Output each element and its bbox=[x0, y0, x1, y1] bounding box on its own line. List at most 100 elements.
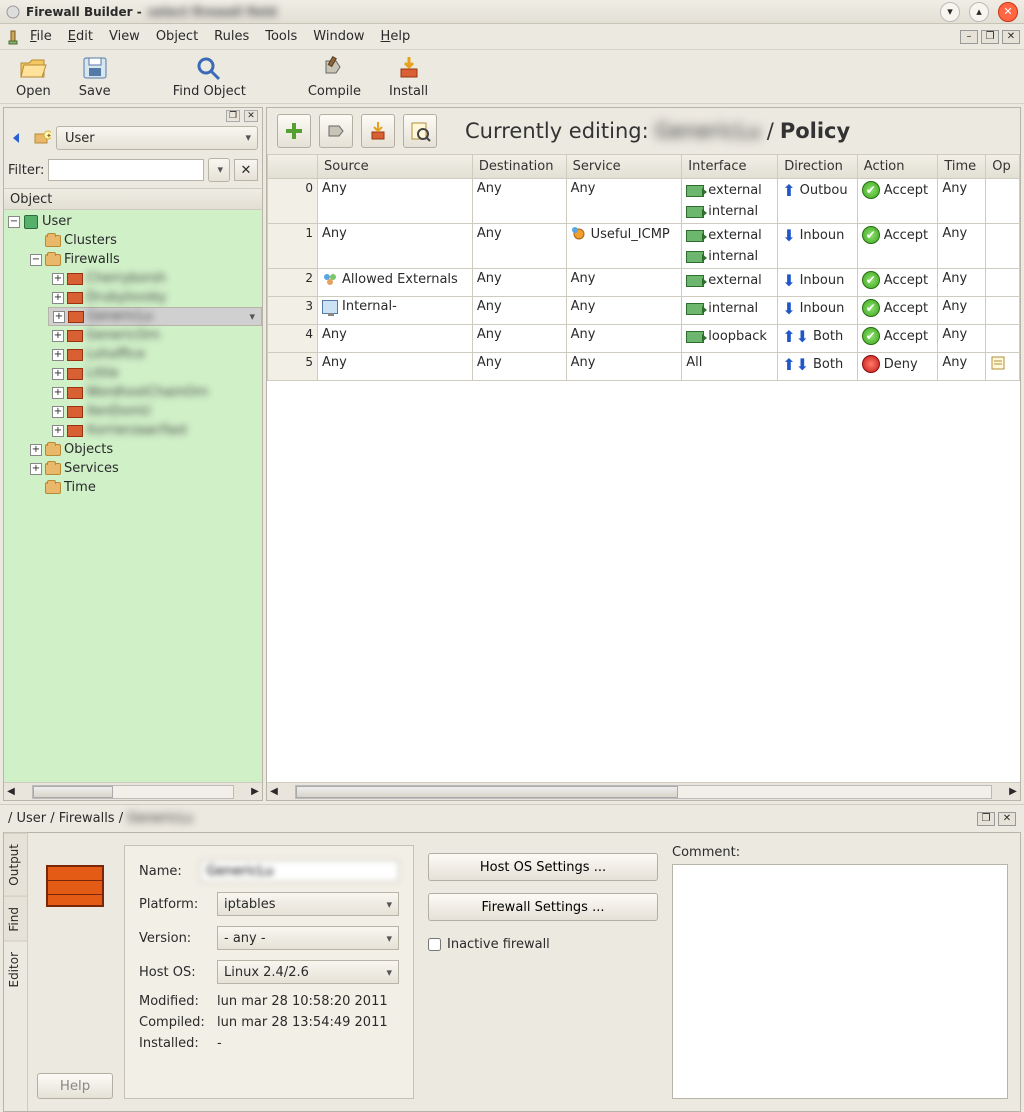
hostos-select[interactable]: Linux 2.4/2.6 bbox=[217, 960, 399, 984]
compile-rule-button[interactable] bbox=[319, 114, 353, 148]
expand-toggle[interactable]: + bbox=[52, 368, 64, 380]
rules-col-header[interactable]: Source bbox=[318, 155, 473, 179]
name-input[interactable] bbox=[200, 860, 399, 882]
tool-compile[interactable]: Compile bbox=[306, 54, 363, 99]
version-select[interactable]: - any - bbox=[217, 926, 399, 950]
tab-output[interactable]: Output bbox=[4, 833, 27, 896]
rule-row[interactable]: 4 Any Any Any loopback ⬆⬇ Both ✔ Accept … bbox=[268, 325, 1020, 353]
collapse-toggle[interactable]: − bbox=[8, 216, 20, 228]
inspect-button[interactable] bbox=[403, 114, 437, 148]
host-os-settings-button[interactable]: Host OS Settings ... bbox=[428, 853, 658, 881]
platform-select[interactable]: iptables bbox=[217, 892, 399, 916]
arrow-down-icon: ⬇ bbox=[782, 299, 795, 318]
breadcrumb-leaf[interactable]: GenericLu bbox=[127, 811, 193, 826]
mdi-restore-button[interactable]: ❐ bbox=[981, 30, 999, 44]
tree-node-time[interactable]: Time bbox=[64, 480, 96, 495]
tree-node-firewall[interactable]: + GenericLu bbox=[48, 307, 262, 326]
window-min-button[interactable]: ▾ bbox=[940, 2, 960, 22]
menu-edit[interactable]: Edit bbox=[60, 25, 101, 48]
tree-node-firewall[interactable]: + Little bbox=[48, 364, 262, 383]
accept-icon: ✔ bbox=[862, 327, 880, 345]
rules-table[interactable]: SourceDestinationServiceInterfaceDirecti… bbox=[267, 155, 1020, 381]
rule-row[interactable]: 1 Any Any Useful_ICMP externalinternal ⬇… bbox=[268, 224, 1020, 269]
menu-tools[interactable]: Tools bbox=[257, 25, 305, 48]
modified-value: lun mar 28 10:58:20 2011 bbox=[217, 994, 388, 1009]
rules-col-header[interactable]: Direction bbox=[778, 155, 858, 179]
expand-toggle[interactable]: + bbox=[52, 292, 64, 304]
expand-toggle[interactable]: + bbox=[52, 406, 64, 418]
tree-hscroll[interactable]: ◀▶ bbox=[4, 782, 262, 800]
rule-row[interactable]: 0 Any Any Any externalinternal ⬆ Outbou … bbox=[268, 179, 1020, 224]
panel-undock-button[interactable]: ❐ bbox=[226, 110, 240, 122]
accept-icon: ✔ bbox=[862, 226, 880, 244]
menu-help[interactable]: Help bbox=[373, 25, 419, 48]
add-rule-button[interactable] bbox=[277, 114, 311, 148]
inactive-firewall-checkbox[interactable] bbox=[428, 938, 441, 951]
menu-rules[interactable]: Rules bbox=[206, 25, 257, 48]
expand-toggle[interactable]: + bbox=[52, 273, 64, 285]
tree-node-clusters[interactable]: Clusters bbox=[64, 233, 117, 248]
library-select[interactable]: User bbox=[56, 126, 258, 150]
expand-toggle[interactable]: + bbox=[52, 349, 64, 361]
rules-col-header[interactable]: Destination bbox=[472, 155, 566, 179]
rules-col-header[interactable]: Time bbox=[938, 155, 986, 179]
editor-close-button[interactable]: ✕ bbox=[998, 812, 1016, 826]
filter-type-select[interactable] bbox=[208, 158, 230, 182]
window-close-button[interactable]: ✕ bbox=[998, 2, 1018, 22]
help-button[interactable]: Help bbox=[37, 1073, 113, 1099]
tool-open[interactable]: Open bbox=[14, 54, 53, 99]
tool-install[interactable]: Install bbox=[387, 54, 430, 99]
nav-back-button[interactable] bbox=[8, 128, 28, 148]
breadcrumb-path[interactable]: / User / Firewalls / bbox=[8, 811, 123, 826]
expand-toggle[interactable]: + bbox=[53, 311, 65, 323]
options-icon[interactable] bbox=[990, 355, 1006, 371]
expand-toggle[interactable]: + bbox=[30, 444, 42, 456]
expand-toggle[interactable]: + bbox=[30, 463, 42, 475]
tree-node-firewall[interactable]: + WordhostChainOrn bbox=[48, 383, 262, 402]
object-tree[interactable]: −User Clusters −Firewalls + Cherryborsh … bbox=[4, 210, 262, 782]
mdi-min-button[interactable]: – bbox=[960, 30, 978, 44]
nav-new-button[interactable]: ✦ bbox=[32, 128, 52, 148]
tree-node-firewall[interactable]: + Xorrierzaar/fast bbox=[48, 421, 262, 440]
mdi-close-button[interactable]: ✕ bbox=[1002, 30, 1020, 44]
arrow-both-icon: ⬆⬇ bbox=[782, 355, 809, 374]
menu-file[interactable]: File bbox=[22, 25, 60, 48]
menu-object[interactable]: Object bbox=[148, 25, 206, 48]
rules-hscroll[interactable]: ◀▶ bbox=[267, 782, 1020, 800]
tool-save[interactable]: Save bbox=[77, 54, 113, 99]
tree-node-firewall[interactable]: + Cherryborsh bbox=[48, 269, 262, 288]
rules-col-header[interactable]: Action bbox=[857, 155, 938, 179]
expand-toggle[interactable]: + bbox=[52, 425, 64, 437]
tab-find[interactable]: Find bbox=[4, 896, 27, 942]
rule-row[interactable]: 2 Allowed Externals Any Any external ⬇ I… bbox=[268, 269, 1020, 297]
menu-window[interactable]: Window bbox=[305, 25, 372, 48]
expand-toggle[interactable]: + bbox=[52, 330, 64, 342]
collapse-toggle[interactable]: − bbox=[30, 254, 42, 266]
tree-node-services[interactable]: Services bbox=[64, 461, 119, 476]
filter-clear-button[interactable]: ✕ bbox=[234, 159, 258, 181]
tree-node-firewall[interactable]: + Drubylovsky bbox=[48, 288, 262, 307]
panel-close-button[interactable]: ✕ bbox=[244, 110, 258, 122]
rule-row[interactable]: 3 Internal- Any Any internal ⬇ Inboun ✔ … bbox=[268, 297, 1020, 325]
firewall-settings-button[interactable]: Firewall Settings ... bbox=[428, 893, 658, 921]
rule-row[interactable]: 5 Any Any Any All ⬆⬇ Both Deny Any bbox=[268, 353, 1020, 381]
window-max-button[interactable]: ▴ bbox=[969, 2, 989, 22]
tree-node-firewall[interactable]: + GenericOrn bbox=[48, 326, 262, 345]
tool-find[interactable]: Find Object bbox=[171, 54, 248, 99]
filter-input[interactable] bbox=[48, 159, 204, 181]
menu-view[interactable]: View bbox=[101, 25, 148, 48]
rules-col-header[interactable] bbox=[268, 155, 318, 179]
comment-textarea[interactable] bbox=[672, 864, 1008, 1099]
tree-node-firewall[interactable]: + Lohoffice bbox=[48, 345, 262, 364]
expand-toggle[interactable]: + bbox=[52, 387, 64, 399]
tree-node-firewall[interactable]: + XenDomU bbox=[48, 402, 262, 421]
rules-col-header[interactable]: Interface bbox=[682, 155, 778, 179]
rules-col-header[interactable]: Op bbox=[986, 155, 1020, 179]
tree-node-objects[interactable]: Objects bbox=[64, 442, 113, 457]
tab-editor[interactable]: Editor bbox=[4, 941, 27, 998]
tree-node-user[interactable]: User bbox=[42, 214, 72, 229]
editor-undock-button[interactable]: ❐ bbox=[977, 812, 995, 826]
rules-col-header[interactable]: Service bbox=[566, 155, 682, 179]
install-rule-button[interactable] bbox=[361, 114, 395, 148]
tree-node-firewalls[interactable]: Firewalls bbox=[64, 252, 120, 267]
